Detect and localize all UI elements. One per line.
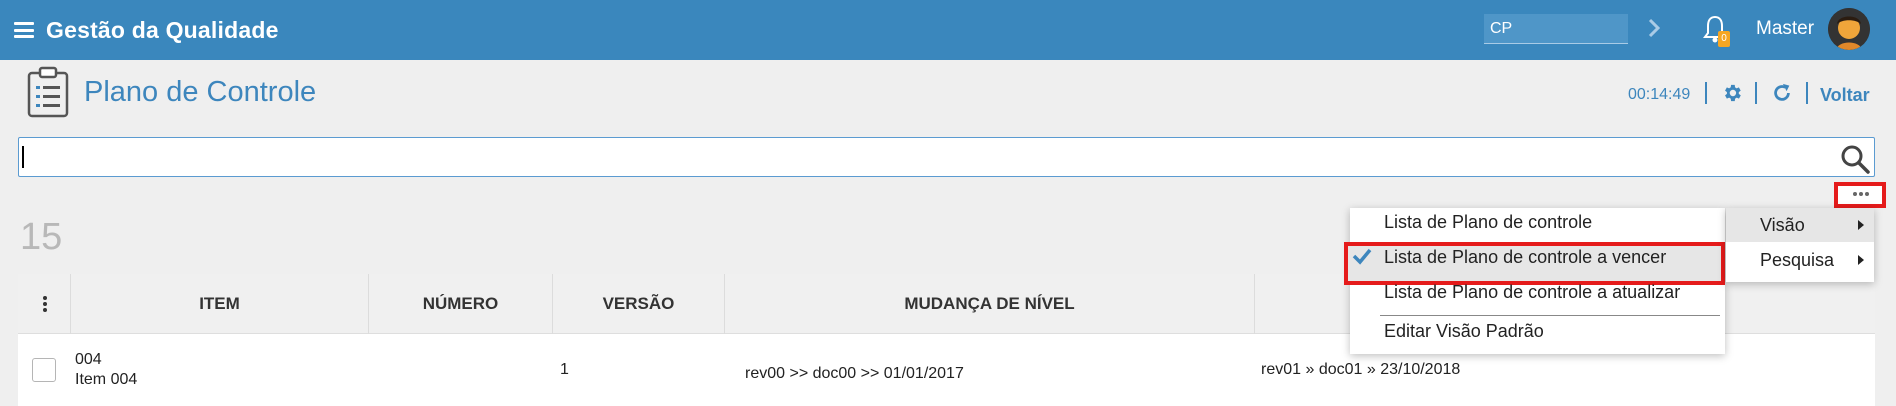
menu-item-lista-a-atualizar[interactable]: Lista de Plano de controle a atualizar bbox=[1384, 282, 1680, 303]
menu-icon[interactable] bbox=[14, 22, 34, 38]
options-menu: Visão Pesquisa bbox=[1726, 208, 1874, 282]
menu-item-pesquisa[interactable]: Pesquisa bbox=[1726, 243, 1874, 277]
menu-item-visao-label: Visão bbox=[1760, 215, 1805, 235]
column-options[interactable] bbox=[18, 274, 71, 334]
search-icon[interactable] bbox=[1840, 144, 1870, 174]
column-header-mudanca-nivel[interactable]: MUDANÇA DE NÍVEL bbox=[725, 274, 1255, 334]
notification-badge: 0 bbox=[1718, 31, 1730, 47]
user-name[interactable]: Master bbox=[1756, 18, 1814, 40]
column-header-numero[interactable]: NÚMERO bbox=[369, 274, 553, 334]
gear-icon[interactable] bbox=[1721, 82, 1743, 104]
kebab-icon[interactable] bbox=[42, 295, 48, 313]
column-header-versao[interactable]: VERSÃO bbox=[553, 274, 725, 334]
search-input[interactable] bbox=[21, 140, 1821, 174]
check-icon bbox=[1352, 248, 1372, 265]
chevron-right-icon[interactable] bbox=[1644, 16, 1664, 40]
result-count: 15 bbox=[20, 216, 63, 258]
separator bbox=[1755, 82, 1757, 104]
more-dots-icon bbox=[1853, 192, 1869, 196]
back-link[interactable]: Voltar bbox=[1820, 85, 1870, 106]
session-timer: 00:14:49 bbox=[1628, 86, 1691, 103]
separator bbox=[1705, 82, 1707, 104]
cell-extra: rev01 » doc01 » 23/10/2018 bbox=[1261, 361, 1461, 378]
top-bar: Gestão da Qualidade 0 Master bbox=[0, 0, 1896, 60]
menu-item-visao[interactable]: Visão bbox=[1726, 208, 1874, 242]
menu-item-editar-visao[interactable]: Editar Visão Padrão bbox=[1384, 321, 1544, 342]
caret-right-icon bbox=[1858, 220, 1864, 230]
menu-item-pesquisa-label: Pesquisa bbox=[1760, 250, 1835, 270]
row-checkbox[interactable] bbox=[32, 358, 56, 382]
avatar[interactable] bbox=[1828, 8, 1870, 50]
search-box bbox=[18, 137, 1875, 177]
app-title: Gestão da Qualidade bbox=[46, 17, 279, 43]
text-caret bbox=[22, 146, 24, 168]
refresh-icon[interactable] bbox=[1771, 82, 1793, 104]
cell-item-code: 004 bbox=[75, 351, 102, 368]
separator bbox=[1806, 82, 1808, 104]
more-options-button[interactable] bbox=[1834, 182, 1886, 208]
menu-item-lista-a-vencer[interactable]: Lista de Plano de controle a vencer bbox=[1384, 247, 1666, 268]
cell-mudanca-nivel: rev00 >> doc00 >> 01/01/2017 bbox=[745, 365, 964, 382]
clipboard-icon bbox=[27, 66, 69, 118]
caret-right-icon bbox=[1858, 255, 1864, 265]
page-title: Plano de Controle bbox=[84, 76, 317, 108]
menu-divider bbox=[1380, 315, 1720, 316]
cell-item-name: Item 004 bbox=[75, 371, 138, 388]
column-header-item[interactable]: ITEM bbox=[71, 274, 369, 334]
cell-versao: 1 bbox=[560, 361, 569, 378]
top-search-input[interactable] bbox=[1484, 14, 1628, 44]
menu-item-lista[interactable]: Lista de Plano de controle bbox=[1384, 212, 1592, 233]
